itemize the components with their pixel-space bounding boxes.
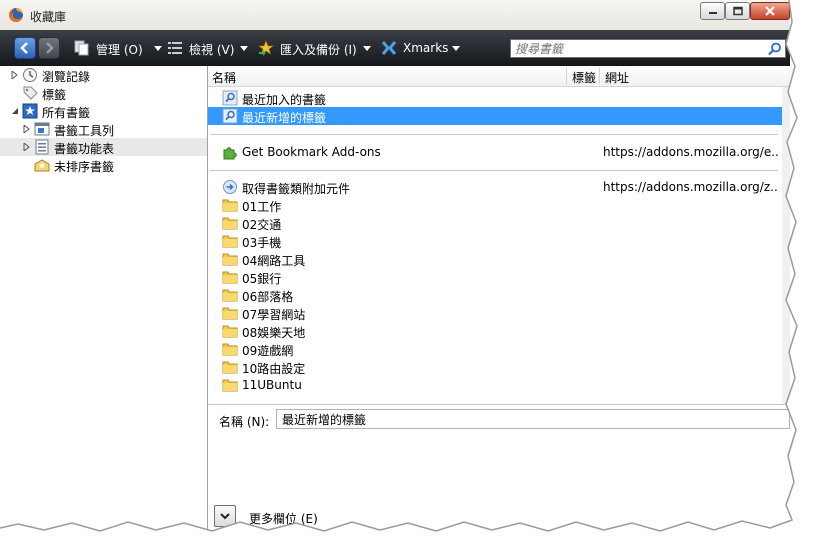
bookmarks-menu-icon — [35, 139, 49, 155]
folder-icon — [222, 235, 238, 248]
xmarks-menu[interactable]: Xmarks — [381, 40, 461, 58]
unsorted-bookmarks-icon — [34, 159, 50, 172]
folder-icon — [222, 307, 238, 320]
sidebar-item-history[interactable]: 瀏覽記錄 — [0, 66, 207, 84]
dropdown-arrow-icon — [240, 46, 248, 51]
folder-icon — [222, 289, 238, 302]
dropdown-arrow-icon — [363, 46, 371, 51]
search-input[interactable] — [515, 41, 755, 56]
expand-twisty-icon[interactable] — [23, 143, 31, 151]
folder-item[interactable]: 05銀行 — [208, 268, 782, 286]
column-tags-header[interactable]: 標籤 — [572, 69, 596, 86]
window-title: 收藏庫 — [30, 10, 67, 24]
vertical-scrollbar[interactable] — [782, 87, 790, 404]
folder-item[interactable]: 07學習網站 — [208, 304, 782, 322]
chevron-down-icon — [220, 513, 230, 520]
name-field-label: 名稱 (N): — [219, 415, 270, 429]
views-menu[interactable]: 檢視 (V) — [167, 40, 251, 58]
column-name-header[interactable]: 名稱 — [212, 69, 236, 86]
bookmarks-toolbar-icon — [34, 122, 50, 136]
organize-menu[interactable]: 管理 (O) — [74, 40, 162, 58]
folder-icon — [222, 217, 238, 230]
bookmark-list-pane: 名稱 標籤 網址 最近加入的書籤 最近新增的標籤 Get Bookmark Ad… — [208, 66, 790, 530]
forward-arrow-icon — [46, 42, 54, 54]
name-field[interactable] — [276, 409, 790, 429]
sidebar-item-bookmarks-toolbar[interactable]: 書籤工具列 — [0, 120, 207, 138]
forward-button[interactable] — [38, 37, 60, 59]
more-fields-label: 更多欄位 (E) — [249, 512, 318, 526]
expand-twisty-icon[interactable] — [11, 71, 19, 79]
folder-icon — [222, 379, 238, 392]
close-icon — [765, 6, 775, 16]
folder-item[interactable]: 08娛樂天地 — [208, 322, 782, 340]
column-location-header[interactable]: 網址 — [605, 69, 629, 86]
list-separator — [210, 134, 778, 135]
dropdown-arrow-icon — [452, 46, 460, 51]
folder-icon — [222, 253, 238, 266]
organize-pages-icon — [74, 40, 89, 56]
list-item[interactable]: 最近加入的書籤 — [208, 89, 782, 107]
puzzle-piece-icon — [223, 147, 237, 160]
details-pane: 名稱 (N): 更多欄位 (E) — [208, 404, 790, 530]
sidebar-tree: 瀏覽記錄 標籤 所有書籤 書籤工具列 書籤功能表 未排序書籤 — [0, 66, 208, 530]
folder-item[interactable]: 01工作 — [208, 196, 782, 214]
column-header: 名稱 標籤 網址 — [208, 66, 790, 87]
folder-item[interactable]: 06部落格 — [208, 286, 782, 304]
library-toolbar: 管理 (O) 檢視 (V) 匯入及備份 (I) Xmarks — [0, 30, 790, 66]
folder-item[interactable]: 02交通 — [208, 214, 782, 232]
bookmark-list: 最近加入的書籤 最近新增的標籤 Get Bookmark Add-ons htt… — [208, 87, 782, 404]
list-item-selected[interactable]: 最近新增的標籤 — [208, 107, 782, 125]
dropdown-arrow-icon — [154, 46, 162, 51]
list-separator — [210, 170, 778, 171]
list-view-icon — [168, 42, 182, 54]
list-item[interactable]: 取得書籤類附加元件 https://addons.mozilla.org/z..… — [208, 178, 782, 196]
folder-icon — [222, 361, 238, 374]
expand-twisty-icon[interactable] — [23, 125, 31, 133]
minimize-icon — [708, 12, 717, 14]
smart-query-icon — [222, 90, 238, 106]
column-divider[interactable] — [599, 68, 600, 84]
back-arrow-icon — [20, 42, 28, 54]
folder-item[interactable]: 09遊戲網 — [208, 340, 782, 358]
more-fields-button[interactable] — [214, 505, 236, 527]
folder-icon — [222, 325, 238, 338]
folder-item[interactable]: 03手機 — [208, 232, 782, 250]
sidebar-item-bookmarks-menu[interactable]: 書籤功能表 — [0, 138, 207, 156]
tag-icon — [23, 86, 38, 100]
column-divider[interactable] — [566, 68, 567, 84]
magnifier-icon[interactable] — [768, 42, 782, 56]
folder-item[interactable]: 04網路工具 — [208, 250, 782, 268]
firefox-icon — [9, 8, 23, 22]
maximize-icon — [732, 6, 743, 16]
close-button[interactable] — [750, 2, 790, 20]
folder-icon — [222, 343, 238, 356]
import-backup-menu[interactable]: 匯入及備份 (I) — [258, 40, 372, 58]
maximize-button[interactable] — [725, 2, 750, 20]
folder-item[interactable]: 10路由設定 — [208, 358, 782, 376]
folder-icon — [222, 271, 238, 284]
import-star-icon — [258, 40, 274, 56]
folder-icon — [222, 199, 238, 212]
xmarks-icon — [381, 41, 397, 55]
collapse-twisty-icon[interactable] — [11, 107, 19, 115]
library-window: 收藏庫 管理 (O) 檢視 (V) 匯入及備份 (I) Xmarks 搜尋書籤 … — [0, 0, 790, 530]
history-clock-icon — [23, 68, 37, 82]
smart-query-icon — [222, 108, 238, 124]
list-item[interactable]: Get Bookmark Add-ons https://addons.mozi… — [208, 143, 782, 161]
sidebar-item-tags[interactable]: 標籤 — [0, 84, 207, 102]
minimize-button[interactable] — [700, 2, 725, 20]
search-bookmarks-box[interactable] — [510, 39, 786, 58]
bookmarks-star-icon — [22, 103, 38, 119]
folder-item[interactable]: 11UBuntu — [208, 376, 782, 394]
title-bar: 收藏庫 — [0, 0, 790, 30]
back-button[interactable] — [14, 37, 36, 59]
sidebar-item-all-bookmarks[interactable]: 所有書籤 — [0, 102, 207, 120]
sidebar-item-unsorted-bookmarks[interactable]: 未排序書籤 — [0, 156, 207, 174]
globe-page-icon — [223, 180, 237, 194]
